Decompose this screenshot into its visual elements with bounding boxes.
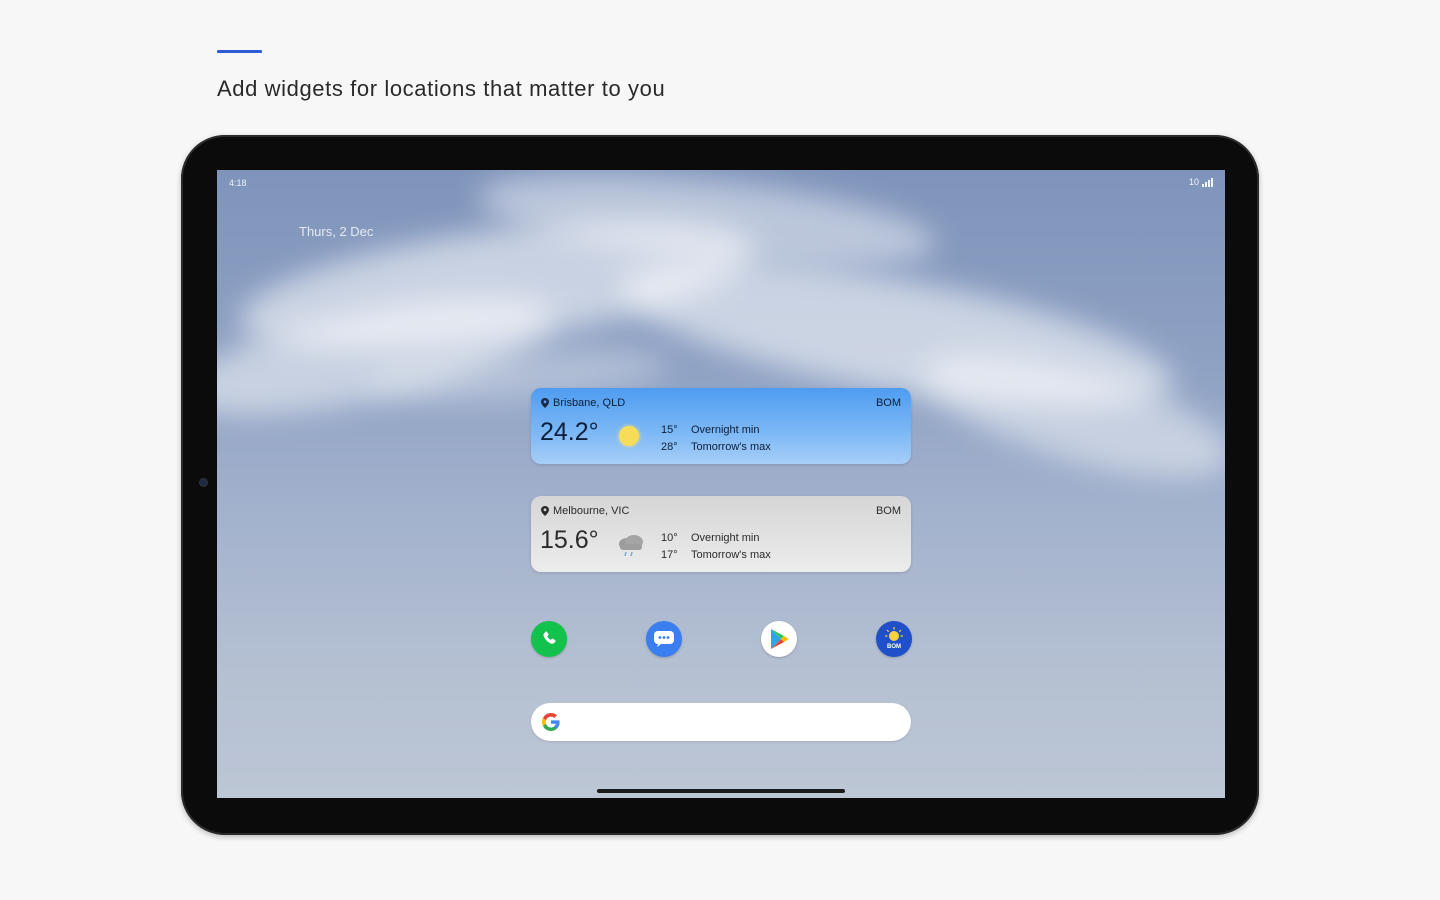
bom-icon: BOM — [885, 627, 903, 650]
sun-icon — [617, 424, 643, 448]
location-pin-icon — [541, 506, 549, 516]
widget-brand: BOM — [875, 505, 901, 517]
page-headline: Add widgets for locations that matter to… — [217, 76, 666, 101]
messages-icon — [654, 631, 674, 647]
phone-app-button[interactable] — [531, 621, 567, 657]
front-camera — [200, 479, 207, 486]
overnight-min-value: 10° — [661, 532, 678, 544]
widget-location: Melbourne, VIC — [541, 505, 629, 517]
tomorrow-max-value: 28° — [661, 441, 678, 453]
accent-line — [217, 50, 262, 53]
widget-location-label: Brisbane, QLD — [553, 397, 626, 409]
weather-widget-melbourne[interactable]: Melbourne, VIC BOM 15.6° 10° Overnight mi… — [531, 496, 911, 572]
play-store-app-button[interactable] — [761, 621, 797, 657]
overnight-min-label: Overnight min — [691, 532, 760, 544]
widget-forecast: 10° Overnight min 17° Tomorrow's max — [661, 530, 771, 564]
play-store-icon — [771, 629, 789, 649]
home-date: Thurs, 2 Dec — [299, 224, 374, 239]
google-g-icon — [542, 713, 560, 731]
overnight-min-value: 15° — [661, 424, 678, 436]
phone-icon — [543, 631, 556, 644]
bom-app-button[interactable]: BOM — [876, 621, 912, 657]
status-bar-right-text: 10 — [1188, 177, 1199, 187]
status-bar-time: 4:18 — [229, 178, 247, 188]
signal-icon — [1202, 177, 1213, 187]
widget-current-temp: 15.6° — [540, 526, 599, 554]
tablet-frame: 4:18 10 Thurs, 2 Dec Brisbane, QLD BOM 2… — [181, 135, 1259, 835]
status-bar-indicators: 10 — [1189, 177, 1213, 187]
weather-widget-brisbane[interactable]: Brisbane, QLD BOM 24.2° 15° Overnight min… — [531, 388, 911, 464]
location-pin-icon — [541, 398, 549, 408]
bom-icon-label: BOM — [887, 644, 901, 650]
widget-brand: BOM — [875, 397, 901, 409]
google-search-bar[interactable] — [531, 703, 911, 741]
home-indicator[interactable] — [597, 789, 845, 793]
widget-location-label: Melbourne, VIC — [553, 505, 630, 517]
app-dock: BOM — [531, 621, 912, 657]
overnight-min-label: Overnight min — [691, 424, 760, 436]
tablet-home-screen: 4:18 10 Thurs, 2 Dec Brisbane, QLD BOM 2… — [217, 170, 1225, 798]
messages-app-button[interactable] — [646, 621, 682, 657]
tomorrow-max-label: Tomorrow's max — [691, 549, 771, 561]
rain-cloud-icon — [617, 532, 643, 557]
tomorrow-max-label: Tomorrow's max — [691, 441, 771, 453]
widget-current-temp: 24.2° — [540, 418, 599, 446]
tomorrow-max-value: 17° — [661, 549, 678, 561]
widget-location: Brisbane, QLD — [541, 397, 625, 409]
widget-forecast: 15° Overnight min 28° Tomorrow's max — [661, 422, 771, 456]
